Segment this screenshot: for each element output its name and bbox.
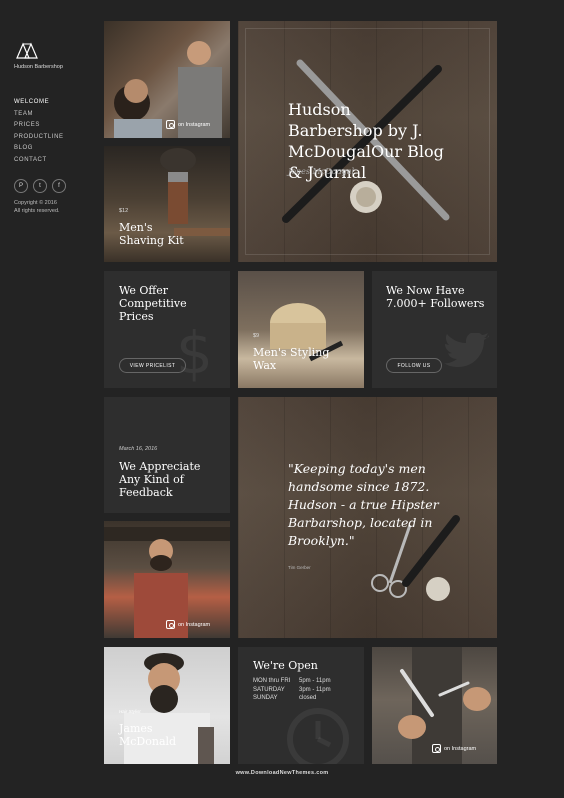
copyright: Copyright © 2016 All rights reserved.	[14, 199, 60, 215]
feedback-tile: March 16, 2016 We Appreciate Any Kind of…	[104, 397, 230, 513]
main-nav: WELCOME TEAM PRICES PRODUCTLINE BLOG CON…	[14, 97, 64, 166]
stylist-tile[interactable]: Hair Stylist James McDonald	[104, 647, 230, 764]
facebook-icon[interactable]: f	[52, 179, 66, 193]
view-pricelist-button[interactable]: VIEW PRICELIST	[119, 358, 186, 373]
hero-signature: Jones McDougal	[288, 167, 355, 176]
stylist-name: James McDonald	[119, 722, 177, 748]
feedback-title: We Appreciate Any Kind of Feedback	[119, 460, 201, 499]
shaving-price: $12	[119, 208, 129, 214]
nav-item-team[interactable]: TEAM	[14, 109, 64, 121]
dollar-icon: $	[176, 319, 213, 387]
nav-item-contact[interactable]: CONTACT	[14, 155, 64, 167]
hours-time: closed	[299, 695, 317, 701]
clock-icon	[287, 708, 349, 764]
hours-time: 3pm - 11pm	[299, 686, 331, 693]
shaving-kit-tile[interactable]: $12 Men's Shaving Kit	[104, 146, 230, 262]
twitter-icon[interactable]: t	[33, 179, 47, 193]
copyright-line-2: All rights reserved.	[14, 208, 60, 214]
instagram-link[interactable]: on Instagram	[432, 744, 476, 753]
hero-blog-tile[interactable]: Hudson Barbershop by J. McDougalOur Blog…	[238, 21, 497, 262]
followers-title: We Now Have 7.000+ Followers	[386, 284, 485, 310]
nav-item-productline[interactable]: PRODUCTLINE	[14, 132, 64, 144]
hours-day: MON thru FRI	[253, 678, 291, 684]
hours-row: SATURDAY 3pm - 11pm	[253, 686, 363, 695]
feedback-date: March 16, 2016	[119, 446, 158, 452]
quote-author: Tim Gerber	[288, 565, 311, 570]
social-links: P t f	[14, 179, 66, 193]
instagram-label: on Instagram	[178, 121, 211, 128]
followers-tile: We Now Have 7.000+ Followers FOLLOW US	[372, 271, 497, 388]
hours-day: SUNDAY	[253, 695, 278, 701]
instagram-link[interactable]: on Instagram	[166, 620, 210, 629]
instagram-razor-photo[interactable]: on Instagram	[372, 647, 497, 764]
shaving-title: Men's Shaving Kit	[119, 221, 184, 247]
styling-wax-tile[interactable]: $9 Men's Styling Wax	[238, 271, 364, 388]
instagram-label: on Instagram	[444, 745, 477, 752]
hours-time: 5pm - 11pm	[299, 678, 331, 684]
hours-day: SATURDAY	[253, 686, 285, 693]
wax-title: Men's Styling Wax	[253, 346, 330, 372]
nav-item-blog[interactable]: BLOG	[14, 143, 64, 155]
follow-us-button[interactable]: FOLLOW US	[386, 358, 442, 373]
nav-item-welcome[interactable]: WELCOME	[14, 97, 64, 109]
wax-price: $9	[253, 333, 260, 339]
instagram-barber-portrait[interactable]: on Instagram	[104, 521, 230, 638]
nav-item-prices[interactable]: PRICES	[14, 120, 64, 132]
hours-row: SUNDAY closed	[253, 694, 363, 703]
copyright-line-1: Copyright © 2016	[14, 200, 57, 206]
hours-row: MON thru FRI 5pm - 11pm	[253, 677, 363, 686]
stylist-role: Hair Stylist	[119, 709, 141, 714]
open-title: We're Open	[253, 659, 318, 672]
quote-text: "Keeping today's men handsome since 1872…	[288, 461, 439, 548]
footer-watermark: www.DownloadNewThemes.com	[235, 770, 329, 776]
prices-tile: $ We Offer Competitive Prices VIEW PRICE…	[104, 271, 230, 388]
pinterest-icon[interactable]: P	[14, 179, 28, 193]
instagram-label: on Instagram	[178, 621, 211, 628]
instagram-barber-photo[interactable]: on Instagram	[104, 21, 230, 138]
opening-hours-tile: We're Open MON thru FRI 5pm - 11pm SATUR…	[238, 647, 364, 764]
brand-name: Hudson Barbershop	[14, 64, 63, 70]
opening-hours: MON thru FRI 5pm - 11pm SATURDAY 3pm - 1…	[253, 677, 363, 703]
instagram-icon	[432, 744, 441, 753]
instagram-icon	[166, 620, 175, 629]
twitter-bird-icon	[444, 333, 489, 367]
prices-title: We Offer Competitive Prices	[119, 284, 187, 323]
instagram-link[interactable]: on Instagram	[166, 120, 210, 129]
quote-tile: "Keeping today's men handsome since 1872…	[238, 397, 497, 638]
instagram-icon	[166, 120, 175, 129]
logo-icon[interactable]	[14, 40, 40, 60]
